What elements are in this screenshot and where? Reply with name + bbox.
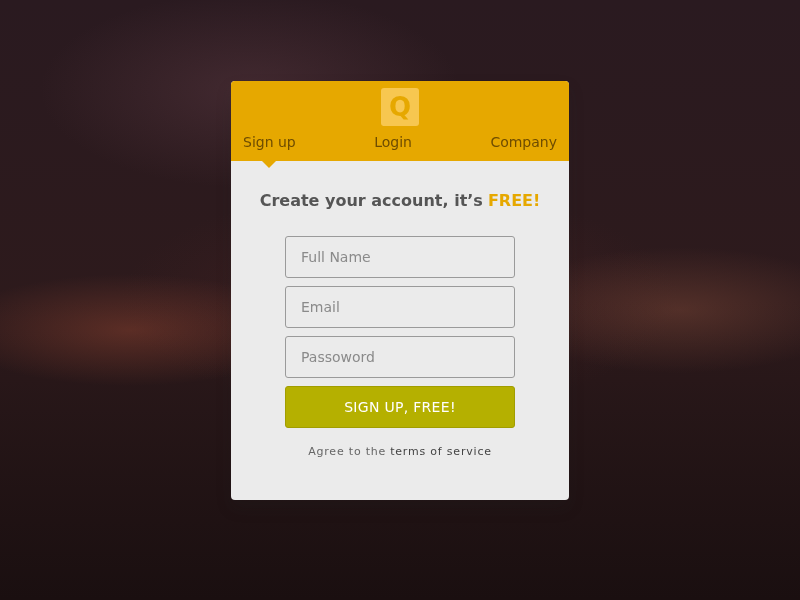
- terms-note: Agree to the terms of service: [285, 443, 515, 461]
- signup-form: SIGN UP, FREE! Agree to the terms of servi…: [285, 236, 515, 461]
- terms-link[interactable]: terms of service: [390, 445, 492, 458]
- terms-text: Agree to the: [308, 445, 386, 458]
- heading: Create your account, it’s FREE!: [251, 189, 549, 213]
- signup-button[interactable]: SIGN UP, FREE!: [285, 386, 515, 428]
- email-input[interactable]: [285, 286, 515, 328]
- card-body: Create your account, it’s FREE! SIGN UP, F…: [231, 161, 569, 500]
- password-input[interactable]: [285, 336, 515, 378]
- logo-icon[interactable]: Q: [381, 88, 419, 126]
- tab[interactable]: Login: [374, 131, 412, 153]
- tab[interactable]: Sign up: [243, 131, 296, 153]
- full-name-input[interactable]: [285, 236, 515, 278]
- card-header: Q Sign up Login Company: [231, 81, 569, 161]
- tab[interactable]: Company: [490, 131, 557, 153]
- tab-bar: Sign up Login Company: [243, 131, 557, 153]
- signup-card: Q Sign up Login Company Create your account,…: [231, 81, 569, 500]
- heading-highlight: FREE!: [488, 191, 540, 210]
- heading-text: Create your account, it’s: [260, 191, 483, 210]
